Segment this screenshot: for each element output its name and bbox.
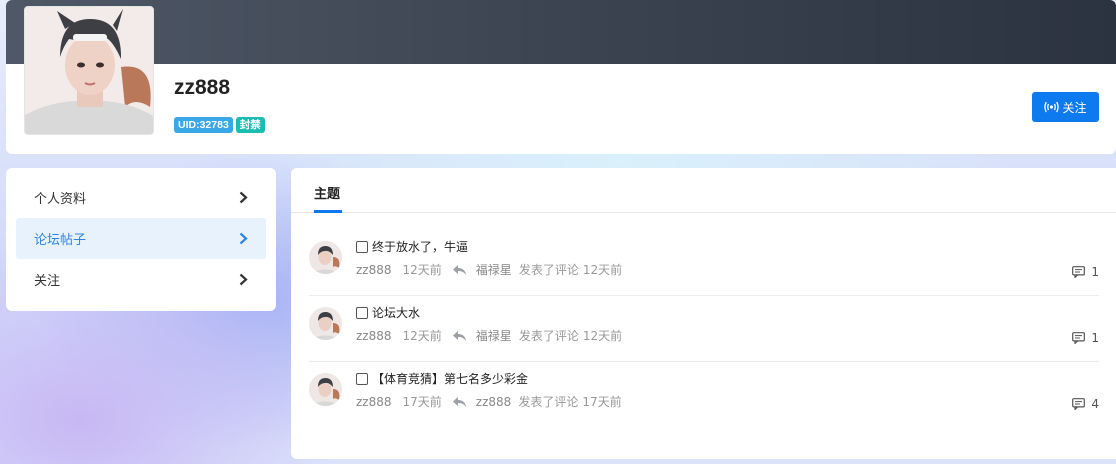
post-author[interactable]: zz888 <box>356 395 392 409</box>
post-time: 12天前 <box>402 263 442 277</box>
list-item: 【体育竞猜】第七名多少彩金 zz888 17天前 zz888 发表了评论 17天… <box>309 362 1099 428</box>
reply-time: 12天前 <box>582 263 623 277</box>
avatar[interactable] <box>309 373 342 406</box>
post-title[interactable]: 【体育竞猜】第七名多少彩金 <box>372 370 528 387</box>
follow-button[interactable]: 关注 <box>1032 92 1099 122</box>
reply-time: 17天前 <box>582 395 622 409</box>
last-replier[interactable]: zz888 <box>476 395 512 409</box>
post-meta: zz888 12天前 福禄星 发表了评论 12天前 <box>356 327 622 344</box>
profile-card: zz888 UID:32783 封禁 关注 <box>6 0 1116 154</box>
active-tab-indicator <box>314 210 342 213</box>
list-item: 论坛大水 zz888 12天前 福禄星 发表了评论 12天前 1 <box>309 296 1099 362</box>
comment-icon <box>1072 398 1086 410</box>
post-title-row: 论坛大水 <box>356 304 420 321</box>
reply-count-value: 1 <box>1091 331 1099 345</box>
reply-icon <box>452 396 466 407</box>
chevron-right-icon <box>239 191 248 204</box>
chevron-right-icon <box>239 273 248 286</box>
follow-label: 关注 <box>1062 100 1087 115</box>
sidebar-item-following[interactable]: 关注 <box>16 259 266 300</box>
chevron-right-icon <box>239 232 248 245</box>
reply-action: 发表了评论 <box>518 329 579 343</box>
post-author[interactable]: zz888 <box>356 329 392 343</box>
reply-action: 发表了评论 <box>518 395 579 409</box>
post-time: 12天前 <box>402 329 442 343</box>
sidebar-item-label: 论坛帖子 <box>34 233 87 248</box>
avatar[interactable] <box>24 6 154 135</box>
profile-banner <box>6 0 1116 64</box>
post-checkbox[interactable] <box>356 240 368 253</box>
reply-count[interactable]: 1 <box>1072 331 1099 345</box>
post-title-row: 终于放水了，牛逼 <box>356 238 468 255</box>
post-checkbox[interactable] <box>356 306 368 319</box>
username: zz888 <box>174 76 231 99</box>
sidebar: 个人资料 论坛帖子 关注 <box>6 168 276 311</box>
reply-icon <box>452 264 466 275</box>
broadcast-icon <box>1044 101 1060 113</box>
reply-count-value: 4 <box>1091 397 1099 411</box>
post-title[interactable]: 论坛大水 <box>372 304 420 321</box>
comment-icon <box>1072 266 1086 278</box>
list-item: 终于放水了，牛逼 zz888 12天前 福禄星 发表了评论 12天前 1 <box>309 230 1099 296</box>
reply-action: 发表了评论 <box>518 263 579 277</box>
post-list: 终于放水了，牛逼 zz888 12天前 福禄星 发表了评论 12天前 1 论坛大… <box>309 230 1099 428</box>
post-meta: zz888 17天前 zz888 发表了评论 17天前 <box>356 393 622 410</box>
reply-count[interactable]: 4 <box>1072 397 1099 411</box>
reply-time: 12天前 <box>582 329 623 343</box>
last-replier[interactable]: 福禄星 <box>476 261 512 278</box>
reply-count-value: 1 <box>1091 265 1099 279</box>
tab-topics[interactable]: 主题 <box>314 183 340 202</box>
post-author[interactable]: zz888 <box>356 263 392 277</box>
last-replier[interactable]: 福禄星 <box>476 327 512 344</box>
user-badges: UID:32783 封禁 <box>174 117 265 133</box>
status-badge: 封禁 <box>235 117 265 133</box>
tab-bar: 主题 <box>291 168 1116 213</box>
avatar[interactable] <box>309 307 342 340</box>
sidebar-item-label: 关注 <box>34 274 61 289</box>
sidebar-item-forum-posts[interactable]: 论坛帖子 <box>16 218 266 259</box>
post-title[interactable]: 终于放水了，牛逼 <box>372 238 468 255</box>
reply-icon <box>452 330 466 341</box>
uid-badge: UID:32783 <box>174 117 233 133</box>
main-panel: 主题 终于放水了，牛逼 zz888 12天前 福禄星 发表了评论 12天前 1 … <box>291 168 1116 459</box>
avatar[interactable] <box>309 241 342 274</box>
reply-count[interactable]: 1 <box>1072 265 1099 279</box>
sidebar-item-profile[interactable]: 个人资料 <box>16 177 266 218</box>
post-time: 17天前 <box>402 395 442 409</box>
post-checkbox[interactable] <box>356 372 368 385</box>
sidebar-item-label: 个人资料 <box>34 192 87 207</box>
post-title-row: 【体育竞猜】第七名多少彩金 <box>356 370 528 387</box>
post-meta: zz888 12天前 福禄星 发表了评论 12天前 <box>356 261 622 278</box>
comment-icon <box>1072 332 1086 344</box>
